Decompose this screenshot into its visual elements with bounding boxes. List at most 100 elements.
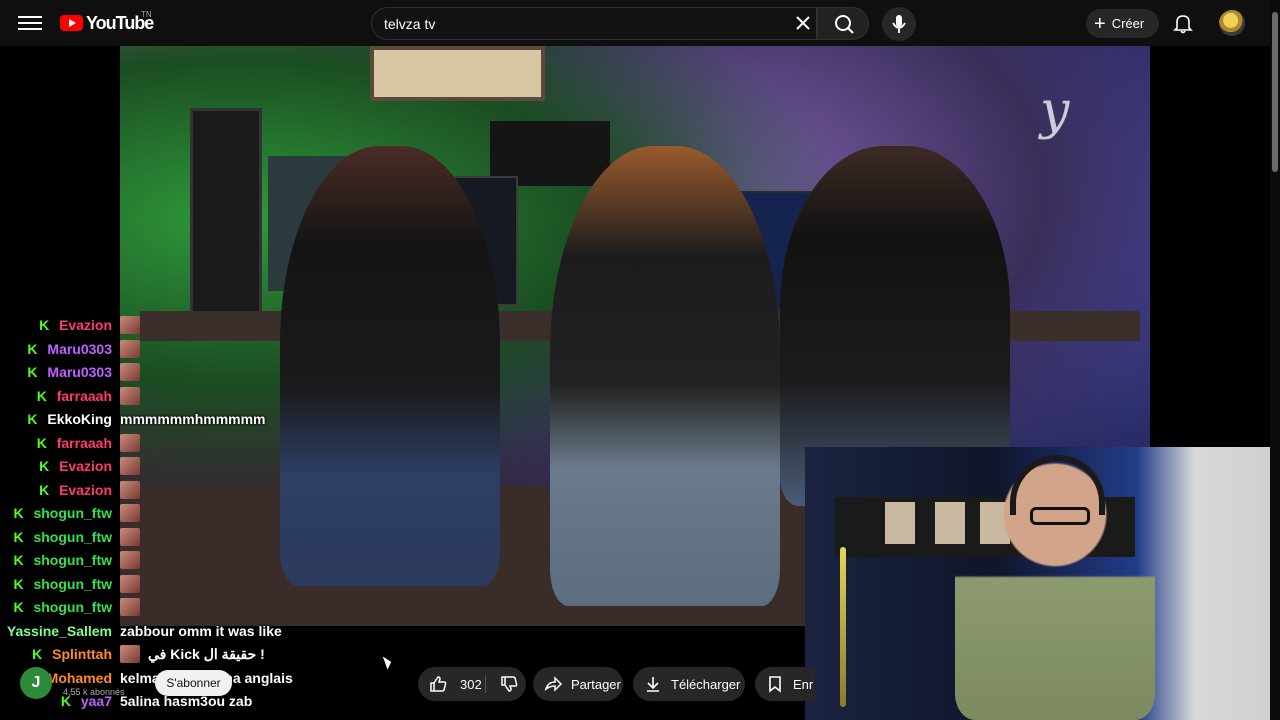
chat-message: Kshogun_ftw: [8, 549, 140, 571]
notifications-bell-icon[interactable]: [1172, 12, 1194, 34]
chat-username: Maru0303: [47, 364, 112, 380]
chat-emote: [120, 386, 140, 405]
person-center: [550, 146, 780, 606]
page-scrollbar[interactable]: [1270, 0, 1280, 720]
microphone-icon: [892, 15, 906, 33]
chat-username: shogun_ftw: [33, 528, 112, 545]
facecam-led-strip: [840, 547, 846, 707]
chat-message: Kshogun_ftw: [8, 502, 140, 524]
chat-emote: [120, 363, 140, 381]
glasses-icon: [1030, 507, 1090, 525]
like-divider: [485, 675, 486, 693]
search-icon: [835, 15, 854, 34]
chat-emote: [120, 598, 140, 616]
kick-badge-icon: K: [27, 340, 38, 357]
chat-emote: [120, 316, 140, 334]
chat-username: Mohamed: [46, 669, 112, 686]
like-count: 302: [460, 676, 482, 692]
search-box[interactable]: [371, 7, 817, 40]
kick-badge-icon: K: [13, 575, 24, 592]
chat-message: Kshogun_ftw: [8, 526, 140, 548]
kick-badge-icon: K: [13, 552, 24, 568]
download-label: Télécharger: [671, 676, 741, 692]
youtube-play-icon: [60, 15, 83, 31]
kick-badge-icon: K: [36, 434, 47, 451]
chat-emote: [120, 645, 140, 663]
chat-message: Kshogun_ftw: [8, 573, 140, 595]
kick-badge-icon: K: [13, 528, 24, 545]
voice-search-button[interactable]: [882, 7, 916, 41]
chat-text: في Kick حقيقة ال !: [148, 645, 265, 662]
kick-badge-icon: K: [13, 599, 24, 615]
chat-message: K Maru0303: [8, 338, 140, 360]
search-button[interactable]: [817, 7, 869, 40]
logo-country-code: TN: [141, 10, 152, 19]
chat-username: shogun_ftw: [33, 575, 112, 592]
chat-message: K Splinttah في Kick حقيقة ال !: [8, 643, 265, 665]
bookmark-icon: [769, 676, 781, 693]
share-button[interactable]: Partager: [533, 667, 623, 701]
chat-emote: [120, 480, 140, 499]
chat-username: Splinttah: [52, 646, 112, 662]
channel-avatar[interactable]: J: [20, 667, 52, 699]
menu-icon[interactable]: [18, 12, 42, 34]
person-left: [280, 146, 500, 586]
kick-badge-icon: K: [39, 317, 50, 333]
kick-badge-icon: K: [27, 411, 38, 427]
streamer-facecam: [805, 447, 1280, 720]
chat-message: K Evazion: [8, 314, 140, 336]
download-button[interactable]: Télécharger: [633, 667, 745, 701]
kick-badge-icon: K: [27, 364, 38, 380]
facecam-collectible: [885, 502, 915, 544]
chat-username: farraaah: [56, 387, 112, 404]
youtube-logo[interactable]: YouTube: [60, 12, 154, 34]
chat-message: K Evazion: [8, 479, 140, 501]
create-button[interactable]: + Créer: [1086, 9, 1159, 38]
clear-search-icon[interactable]: [793, 13, 813, 33]
chat-emote: [120, 339, 140, 358]
chat-emote: [120, 551, 140, 569]
save-button[interactable]: Enr: [755, 667, 815, 701]
thumbs-down-icon: [501, 676, 518, 692]
dislike-button[interactable]: [492, 667, 526, 701]
chat-username: Maru0303: [47, 340, 112, 357]
kick-badge-icon: K: [36, 387, 47, 404]
chat-message: Kfarraaah: [8, 385, 140, 407]
chat-username: Evazion: [59, 458, 112, 474]
wall-poster: [370, 46, 545, 101]
chat-username: shogun_ftw: [33, 599, 112, 615]
kick-badge-icon: K: [32, 646, 43, 662]
chat-username: farraaah: [56, 434, 112, 451]
share-icon: [544, 676, 563, 692]
chat-message: Kshogun_ftw: [8, 596, 140, 618]
share-label: Partager: [571, 676, 621, 692]
save-label: Enr: [793, 676, 814, 692]
like-button[interactable]: 302: [418, 667, 486, 701]
chat-text: zabbour omm it was like: [120, 622, 282, 639]
background-monitor: [190, 108, 262, 318]
chat-message: Kfarraaah: [8, 432, 140, 454]
channel-watermark: y: [1040, 81, 1070, 141]
chat-emote: [120, 433, 140, 452]
chat-message: K Maru0303: [8, 361, 140, 383]
subscriber-count: 4,55 k abonnés: [63, 687, 125, 697]
kick-badge-icon: K: [39, 481, 50, 498]
plus-icon: +: [1094, 12, 1106, 35]
download-icon: [647, 677, 659, 692]
chat-username: Evazion: [59, 317, 112, 333]
search-input[interactable]: [384, 14, 774, 34]
chat-username: shogun_ftw: [33, 552, 112, 568]
chat-username: Yassine_Sallem: [6, 622, 112, 639]
kick-badge-icon: K: [39, 458, 50, 474]
chat-message: K Evazion: [8, 455, 140, 477]
account-avatar[interactable]: [1219, 10, 1245, 36]
thumbs-up-icon: [430, 676, 447, 692]
top-bar: YouTube TN + Créer: [0, 0, 1280, 46]
chat-text: mmmmmmhmmmmm: [120, 411, 266, 427]
like-dislike-group: 302: [418, 667, 526, 701]
chat-username: shogun_ftw: [33, 505, 112, 521]
scrollbar-thumb[interactable]: [1272, 12, 1278, 172]
chat-emote: [120, 574, 140, 593]
chat-username: Evazion: [59, 481, 112, 498]
subscribe-button[interactable]: S'abonner: [155, 670, 232, 696]
